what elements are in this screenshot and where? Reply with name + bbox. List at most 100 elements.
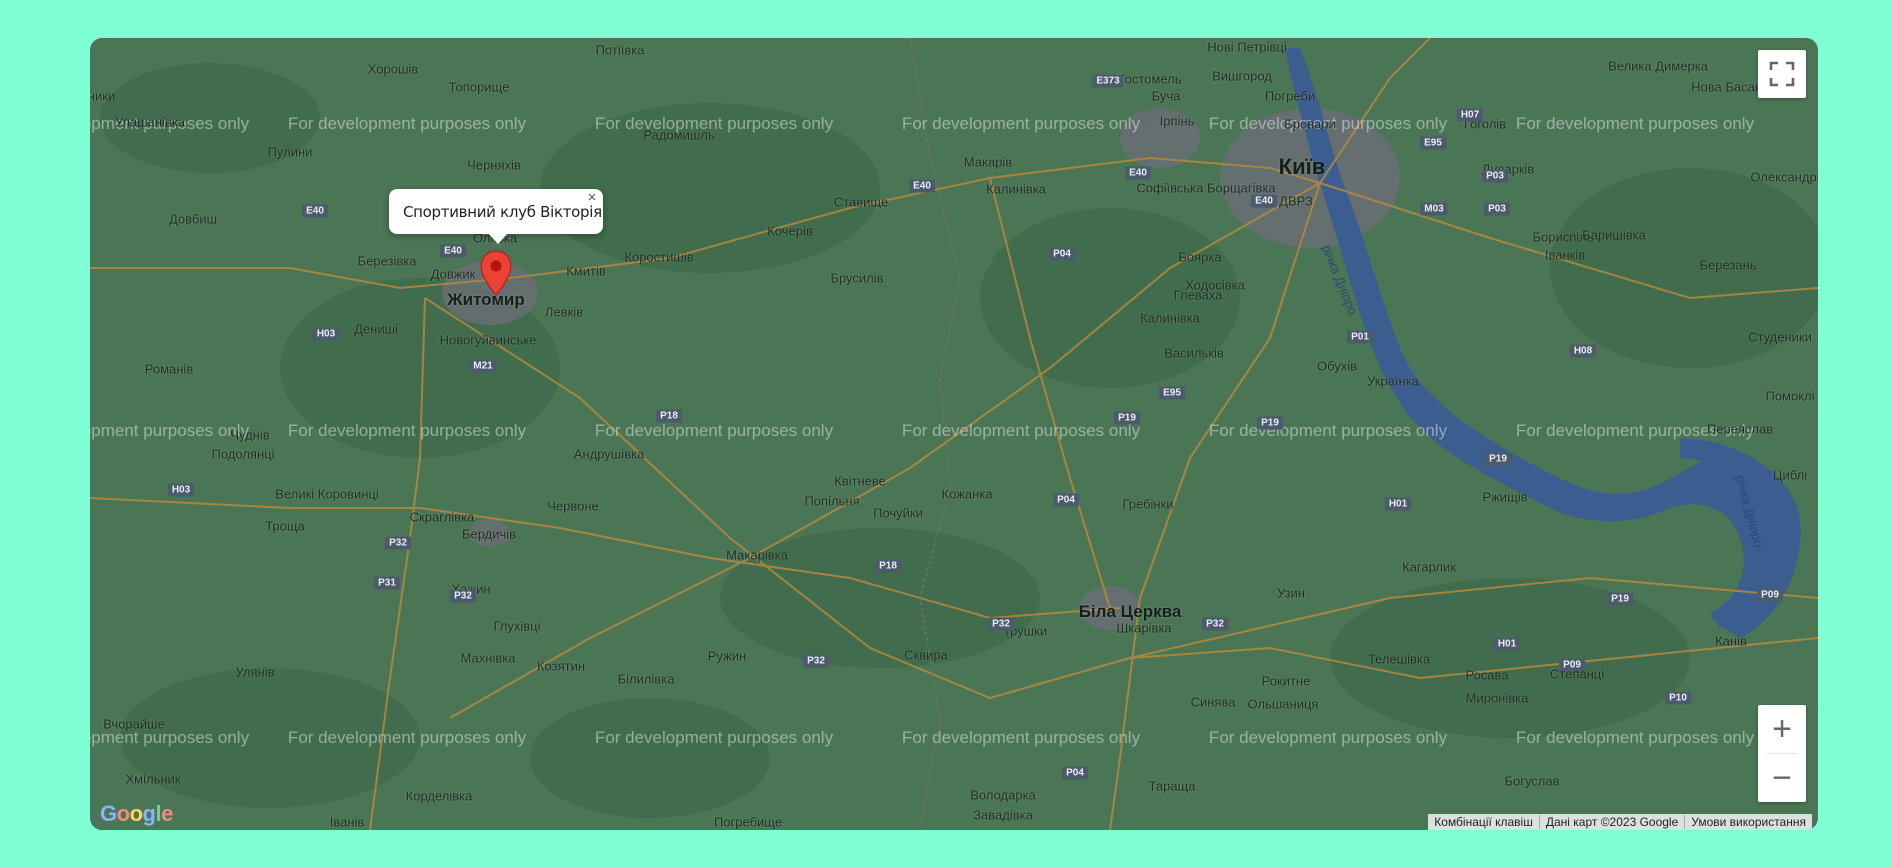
watermark-text: For development purposes only — [901, 421, 1141, 440]
fullscreen-button[interactable] — [1758, 50, 1806, 98]
road-shield: P10 — [1665, 691, 1691, 705]
road-shield: H03 — [312, 327, 340, 341]
map-marker[interactable] — [480, 250, 512, 296]
road-shield: P19 — [1607, 592, 1633, 606]
road-shield: M03 — [1420, 202, 1448, 216]
road-shield: H01 — [1384, 497, 1412, 511]
place-label: Попільня — [804, 493, 860, 509]
watermark-text: For development purposes only — [1208, 728, 1448, 747]
place-label: Шкарівка — [1116, 620, 1172, 636]
place-label: Бровари — [1284, 116, 1336, 132]
road-shield: H07 — [1456, 108, 1484, 122]
keyboard-shortcuts-link[interactable]: Комбінації клавіш — [1428, 815, 1539, 829]
fullscreen-icon — [1769, 61, 1795, 87]
road-shield: P32 — [803, 654, 829, 668]
place-label: Переяслав — [1706, 421, 1774, 437]
watermark-text: For development purposes only — [594, 421, 834, 440]
zoom-control: + − — [1758, 705, 1806, 802]
place-label: Калинівка — [986, 181, 1046, 197]
place-label: Тараща — [1148, 778, 1196, 794]
road-shield: H08 — [1569, 344, 1597, 358]
place-label: Ольшаниця — [1247, 696, 1319, 712]
place-label: Глухівці — [493, 618, 541, 634]
road-shield: P32 — [988, 617, 1014, 631]
place-label: Ружин — [707, 648, 747, 664]
watermark-text: For development purposes only — [90, 421, 250, 440]
place-label: Бердичів — [461, 526, 517, 542]
place-label: Циблі — [1772, 467, 1808, 483]
place-label: Гребінки — [1122, 496, 1174, 512]
road-shield: P03 — [1482, 169, 1508, 183]
place-label: Буча — [1151, 88, 1181, 104]
road-shield: P18 — [875, 559, 901, 573]
place-label: ДВРЗ — [1279, 193, 1313, 209]
road-shield: P19 — [1114, 411, 1140, 425]
place-label: Баришівка — [1582, 227, 1646, 243]
place-label: Богуслав — [1504, 773, 1560, 789]
place-label: Українка — [1367, 373, 1419, 389]
place-label: Березань — [1699, 257, 1757, 273]
place-label: Пулини — [267, 144, 313, 160]
place-label: Броники — [90, 88, 116, 104]
watermark-text: For development purposes only — [287, 421, 527, 440]
close-icon[interactable]: × — [585, 190, 599, 205]
place-label: Іванів — [329, 814, 365, 830]
place-label: Ржищів — [1482, 489, 1528, 505]
info-window: Спортивний клуб Вікторія × — [389, 189, 603, 244]
place-label: Біла Церква — [1078, 602, 1182, 621]
info-window-tail — [488, 233, 508, 244]
place-label: Телешівка — [1367, 651, 1431, 667]
place-label: Потіївка — [595, 42, 645, 58]
google-logo[interactable]: Google — [100, 801, 173, 827]
place-label: Квітневе — [834, 473, 886, 489]
map-container[interactable]: For development purposes only For develop… — [90, 38, 1818, 830]
place-label: Довбиш — [168, 211, 218, 227]
zoom-in-button[interactable]: + — [1758, 705, 1806, 753]
road-shield: E40 — [1251, 194, 1277, 208]
place-label: Кмитів — [566, 263, 606, 279]
place-label: Козятин — [536, 658, 586, 674]
place-label: Велика Димерка — [1608, 58, 1708, 74]
place-label: Топорище — [448, 79, 510, 95]
road-shield: E95 — [1420, 136, 1446, 150]
place-label: Нові Петрівці — [1207, 39, 1287, 55]
road-shield: P04 — [1053, 493, 1079, 507]
place-label: Великі Коровинці — [275, 486, 379, 502]
info-window-text: Спортивний клуб Вікторія — [403, 203, 602, 221]
road-shield: P09 — [1757, 588, 1783, 602]
place-label: Троща — [265, 518, 305, 534]
road-shield: P32 — [1202, 617, 1228, 631]
place-label: Ставище — [833, 194, 889, 210]
place-label: Обухів — [1316, 358, 1358, 374]
road-shield: P03 — [1484, 202, 1510, 216]
place-label: Хорошів — [367, 61, 419, 77]
watermark-text: For development purposes only — [901, 728, 1141, 747]
road-shield: P01 — [1347, 330, 1373, 344]
road-shield: E40 — [440, 244, 466, 258]
terms-link[interactable]: Умови використання — [1684, 815, 1812, 829]
place-label: Дениші — [354, 321, 398, 337]
place-label: Студеники — [1748, 329, 1812, 345]
place-label: Новогуйвинське — [439, 332, 537, 348]
place-label: Володарка — [970, 787, 1036, 803]
road-shield: H03 — [167, 483, 195, 497]
road-shield: P19 — [1257, 416, 1283, 430]
place-label: Білилівка — [617, 671, 675, 687]
place-label: Скраглівка — [409, 509, 475, 525]
zoom-out-button[interactable]: − — [1758, 754, 1806, 802]
watermark-text: For development purposes only — [287, 728, 527, 747]
map-attribution: Комбінації клавіш Дані карт ©2023 Google… — [1428, 814, 1812, 830]
watermark-text: For development purposes only — [901, 114, 1141, 133]
place-label: Миронівка — [1465, 690, 1529, 706]
place-label: Левків — [544, 304, 584, 320]
place-label: Калинівка — [1140, 310, 1200, 326]
place-label: Почуйки — [873, 505, 923, 521]
road-shield: P32 — [385, 536, 411, 550]
map-data-label: Дані карт ©2023 Google — [1538, 815, 1684, 829]
place-label: Хмільник — [125, 771, 181, 787]
place-label: Андрушівка — [573, 446, 645, 462]
place-label: Подолянці — [211, 446, 275, 462]
road-shield: E40 — [1125, 166, 1151, 180]
road-shield: M21 — [469, 359, 497, 373]
road-shield: E40 — [909, 179, 935, 193]
